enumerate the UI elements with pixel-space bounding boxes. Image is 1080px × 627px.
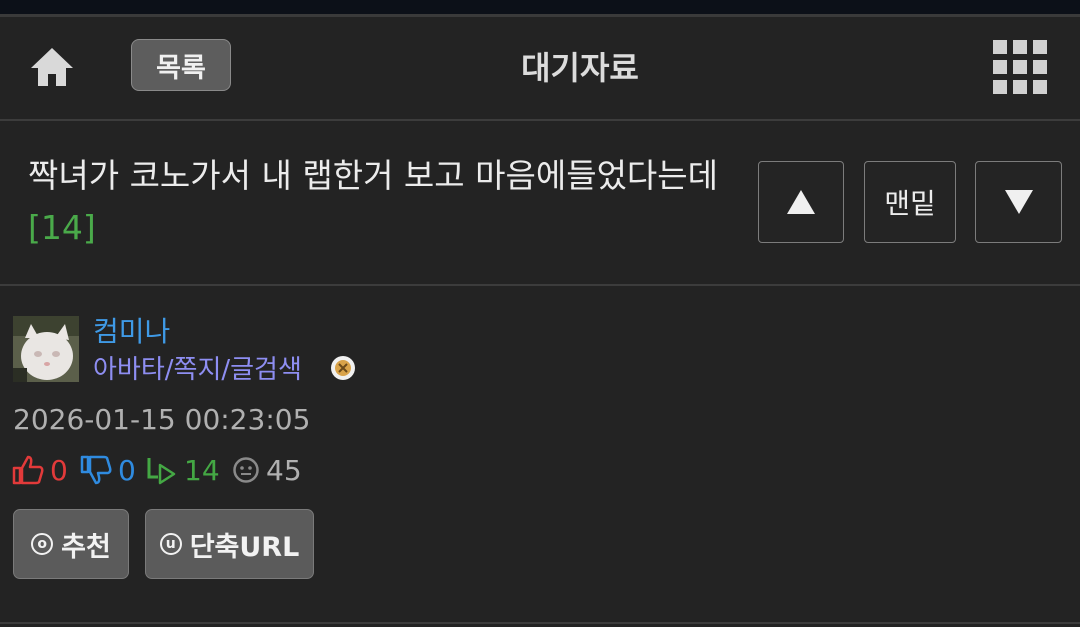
recommend-label: 추천 xyxy=(61,531,111,563)
menu-button[interactable] xyxy=(993,40,1047,94)
level-badge-icon xyxy=(330,355,356,381)
scroll-down-button[interactable] xyxy=(975,161,1062,243)
short-url-button[interactable]: u 단축URL xyxy=(145,509,314,579)
post-title: 짝녀가 코노가서 내 랩한거 보고 마음에들었다는데 [14] xyxy=(28,150,718,254)
header-divider xyxy=(0,119,1080,121)
scroll-bottom-button[interactable]: 맨밑 xyxy=(864,161,956,243)
view-face-icon xyxy=(233,457,259,483)
short-url-label: 단축URL xyxy=(189,531,300,563)
arrow-down-icon xyxy=(1004,190,1033,214)
top-header: 목록 대기자료 xyxy=(0,17,1080,120)
comment-count-link[interactable]: [14] xyxy=(28,208,96,247)
list-button[interactable]: 목록 xyxy=(131,39,231,91)
author-name[interactable]: 컴미나 xyxy=(93,310,170,350)
scroll-up-button[interactable] xyxy=(758,161,844,243)
arrow-up-icon xyxy=(787,190,815,214)
thumbs-up-icon xyxy=(12,455,44,485)
recommend-icon: o xyxy=(31,533,54,555)
like-count: 0 xyxy=(50,453,68,487)
short-url-icon: u xyxy=(159,533,182,555)
grid-menu-icon xyxy=(993,40,1047,94)
thumbs-down-icon xyxy=(80,455,112,485)
reply-icon xyxy=(147,458,176,485)
post-date: 2026-01-15 00:23:05 xyxy=(13,403,311,436)
dislike-stat: 0 xyxy=(80,452,136,488)
home-button[interactable] xyxy=(28,45,76,89)
home-icon xyxy=(31,48,73,86)
dislike-count: 0 xyxy=(118,453,136,487)
author-links[interactable]: 아바타/쪽지/글검색 xyxy=(93,349,302,386)
title-divider xyxy=(0,284,1080,286)
avatar-image xyxy=(13,316,79,382)
comment-count: 14 xyxy=(184,453,220,487)
view-stat: 45 xyxy=(232,452,302,488)
page-title: 대기자료 xyxy=(521,49,639,87)
like-stat: 0 xyxy=(12,452,68,488)
status-bar xyxy=(0,0,1080,14)
avatar[interactable] xyxy=(13,316,79,382)
view-count: 45 xyxy=(266,453,302,487)
comment-stat: 14 xyxy=(146,452,220,488)
post-title-text: 짝녀가 코노가서 내 랩한거 보고 마음에들었다는데 xyxy=(28,156,719,195)
recommend-button[interactable]: o 추천 xyxy=(13,509,129,579)
bottom-divider xyxy=(0,622,1080,624)
